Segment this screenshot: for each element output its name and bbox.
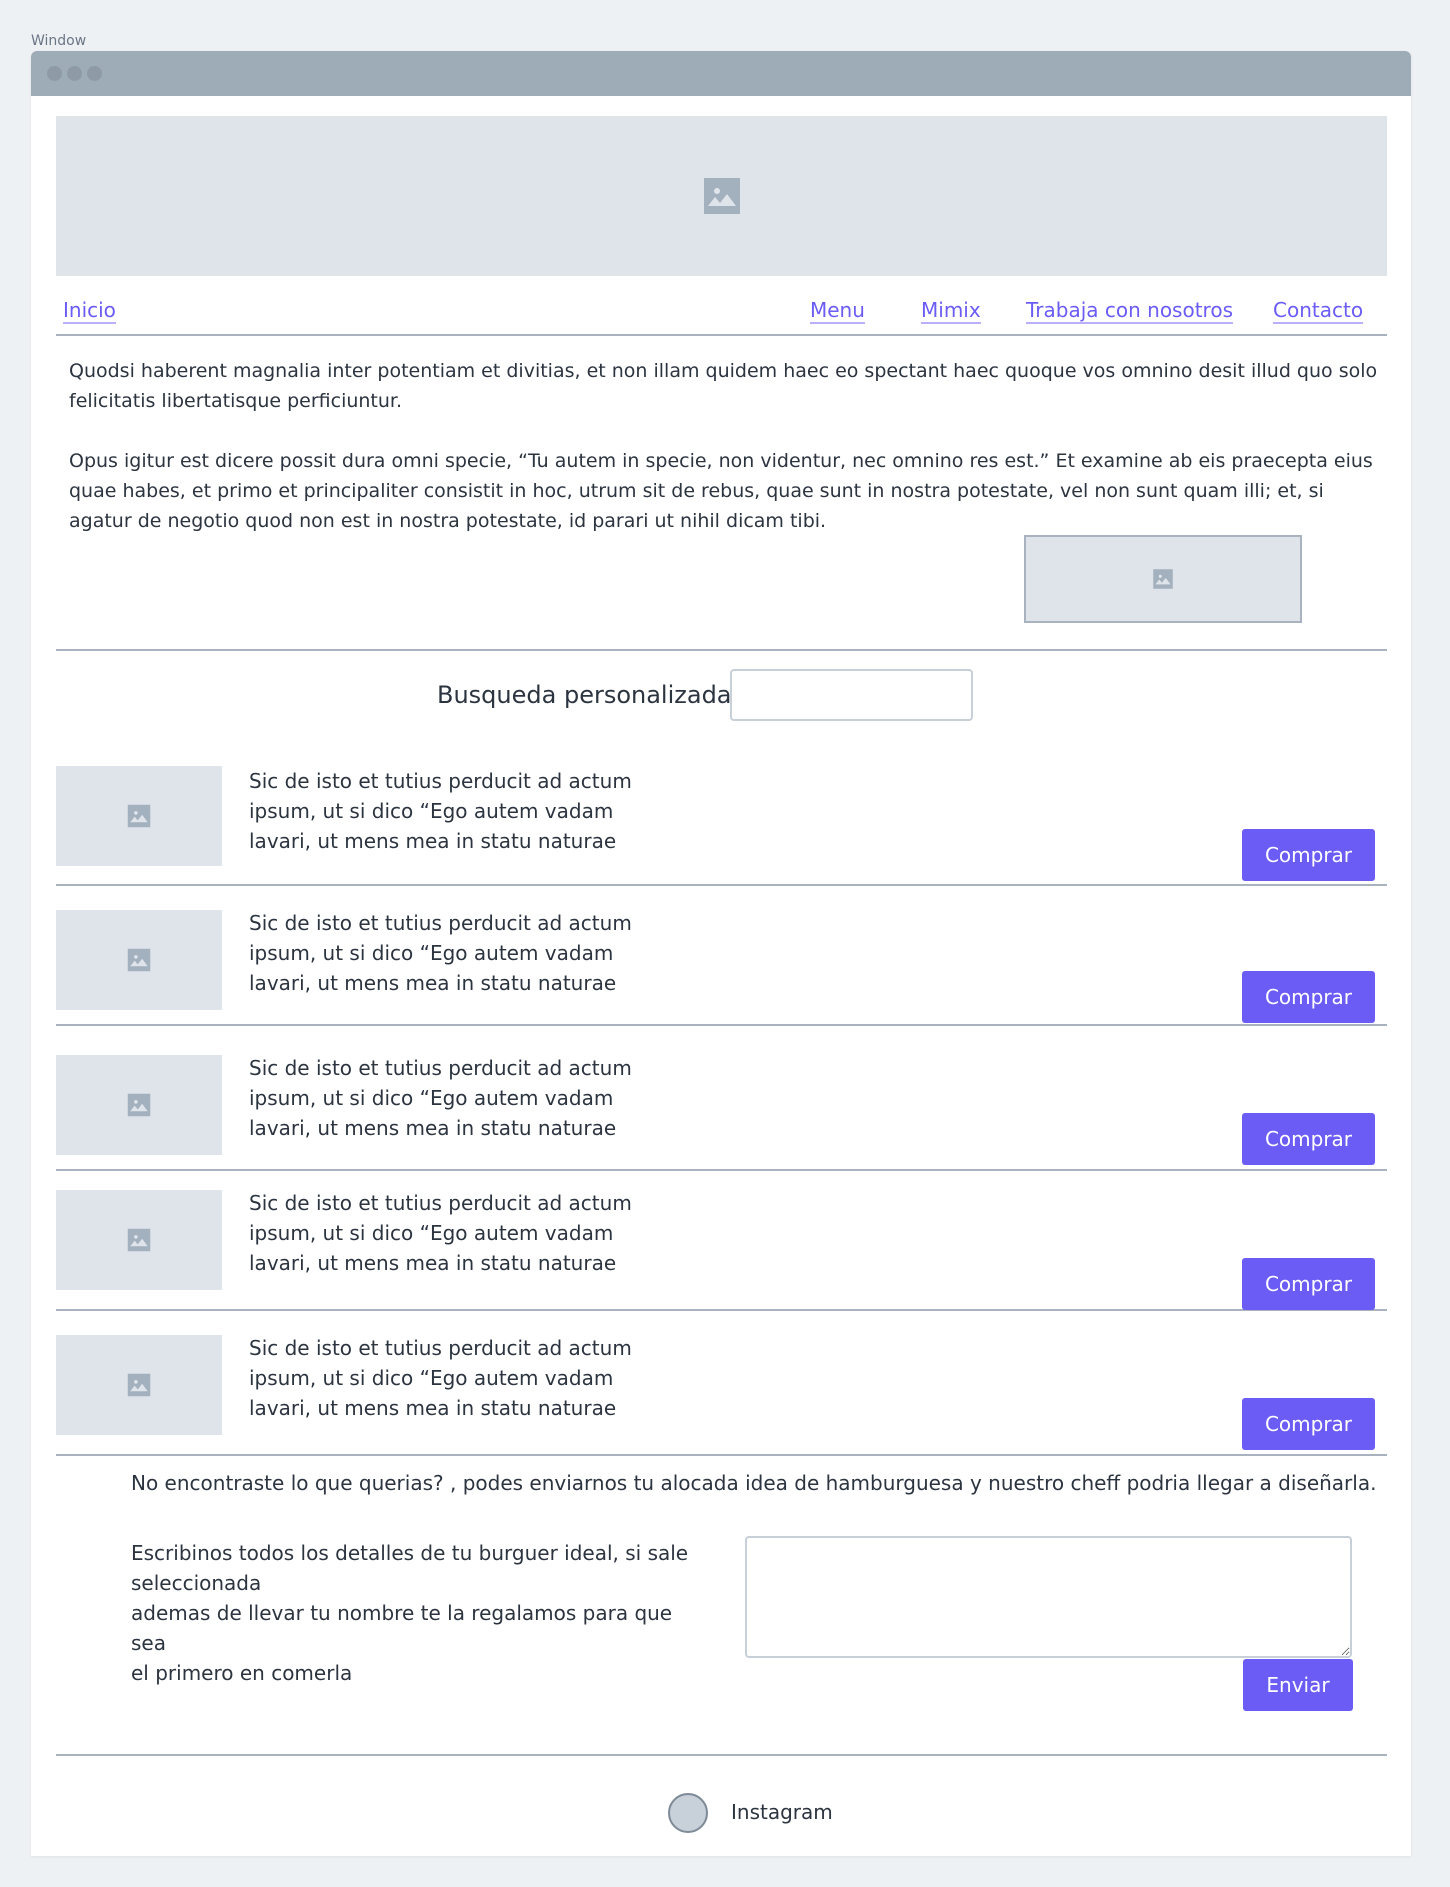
product-description: Sic de isto et tutius perducit ad actum … [249,908,669,998]
product-text-line: ipsum, ut si dico “Ego autem vadam [249,1366,614,1390]
product-image [56,1190,222,1290]
browser-window: Inicio Menu Mimix Trabaja con nosotros C… [31,51,1411,1856]
product-row: Sic de isto et tutius perducit ad actum … [56,1026,1387,1171]
product-list: Sic de isto et tutius perducit ad actum … [56,766,1387,1456]
nav-link-contacto[interactable]: Contacto [1273,298,1364,324]
image-icon [127,1228,151,1252]
product-image [56,910,222,1010]
product-description: Sic de isto et tutius perducit ad actum … [249,1188,669,1278]
window-control-dot[interactable] [87,66,102,81]
product-text-line: Sic de isto et tutius perducit ad actum [249,1191,632,1215]
product-text-line: Sic de isto et tutius perducit ad actum [249,769,632,793]
window-titlebar[interactable] [31,51,1411,96]
product-text-line: Sic de isto et tutius perducit ad actum [249,911,632,935]
window-control-dot[interactable] [67,66,82,81]
instruction-line: ademas de llevar tu nombre te la regalam… [131,1601,673,1655]
image-icon [127,804,151,828]
search-section: Busqueda personalizada [56,651,1387,766]
product-description: Sic de isto et tutius perducit ad actum … [249,1053,669,1143]
product-row: Sic de isto et tutius perducit ad actum … [56,766,1387,886]
buy-button[interactable]: Comprar [1242,1113,1375,1165]
social-section: Instagram [56,1756,1387,1861]
nav-link-trabaja[interactable]: Trabaja con nosotros [1026,298,1233,324]
buy-button[interactable]: Comprar [1242,1398,1375,1450]
buy-button[interactable]: Comprar [1242,1258,1375,1310]
product-row: Sic de isto et tutius perducit ad actum … [56,1311,1387,1456]
instruction-line: seleccionada [131,1571,262,1595]
product-description: Sic de isto et tutius perducit ad actum … [249,766,669,856]
product-description: Sic de isto et tutius perducit ad actum … [249,1333,669,1423]
product-row: Sic de isto et tutius perducit ad actum … [56,1171,1387,1311]
product-text-line: lavari, ut mens mea in statu naturae [249,1251,617,1275]
nav-link-mimix[interactable]: Mimix [921,298,981,324]
buy-button[interactable]: Comprar [1242,829,1375,881]
custom-burger-section: No encontraste lo que querias? , podes e… [56,1456,1387,1756]
custom-burger-instructions: Escribinos todos los detalles de tu burg… [131,1538,711,1688]
nav-link-menu[interactable]: Menu [810,298,865,324]
intro-section: Quodsi haberent magnalia inter potentiam… [56,336,1387,651]
search-input[interactable] [730,669,973,721]
product-text-line: Sic de isto et tutius perducit ad actum [249,1056,632,1080]
hero-image [56,116,1387,276]
nav-link-inicio[interactable]: Inicio [63,298,116,324]
product-image [56,1055,222,1155]
search-label: Busqueda personalizada [437,681,732,709]
instagram-icon[interactable] [668,1793,708,1833]
page-content: Inicio Menu Mimix Trabaja con nosotros C… [56,116,1387,1861]
intro-paragraph: Opus igitur est dicere possit dura omni … [69,450,1373,532]
product-text-line: ipsum, ut si dico “Ego autem vadam [249,799,614,823]
product-row: Sic de isto et tutius perducit ad actum … [56,886,1387,1026]
product-text-line: Sic de isto et tutius perducit ad actum [249,1336,632,1360]
product-text-line: ipsum, ut si dico “Ego autem vadam [249,1086,614,1110]
intro-paragraph: Quodsi haberent magnalia inter potentiam… [69,360,1378,412]
instruction-line: el primero en comerla [131,1661,353,1685]
burger-idea-textarea[interactable] [745,1536,1352,1658]
send-button[interactable]: Enviar [1243,1659,1353,1711]
instruction-line: Escribinos todos los detalles de tu burg… [131,1541,689,1565]
product-text-line: lavari, ut mens mea in statu naturae [249,1396,617,1420]
main-nav: Inicio Menu Mimix Trabaja con nosotros C… [56,276,1387,336]
image-icon [1153,569,1173,589]
product-image [56,1335,222,1435]
image-icon [127,1093,151,1117]
image-icon [127,948,151,972]
product-text-line: lavari, ut mens mea in statu naturae [249,971,617,995]
product-image [56,766,222,866]
window-label: Window [31,33,87,49]
image-icon [127,1373,151,1397]
image-icon [703,178,740,214]
instagram-label[interactable]: Instagram [731,1800,833,1824]
window-control-dot[interactable] [47,66,62,81]
buy-button[interactable]: Comprar [1242,971,1375,1023]
product-text-line: lavari, ut mens mea in statu naturae [249,829,617,853]
product-text-line: lavari, ut mens mea in statu naturae [249,1116,617,1140]
custom-burger-lead: No encontraste lo que querias? , podes e… [131,1471,1377,1495]
product-text-line: ipsum, ut si dico “Ego autem vadam [249,1221,614,1245]
intro-image [1024,535,1302,623]
product-text-line: ipsum, ut si dico “Ego autem vadam [249,941,614,965]
